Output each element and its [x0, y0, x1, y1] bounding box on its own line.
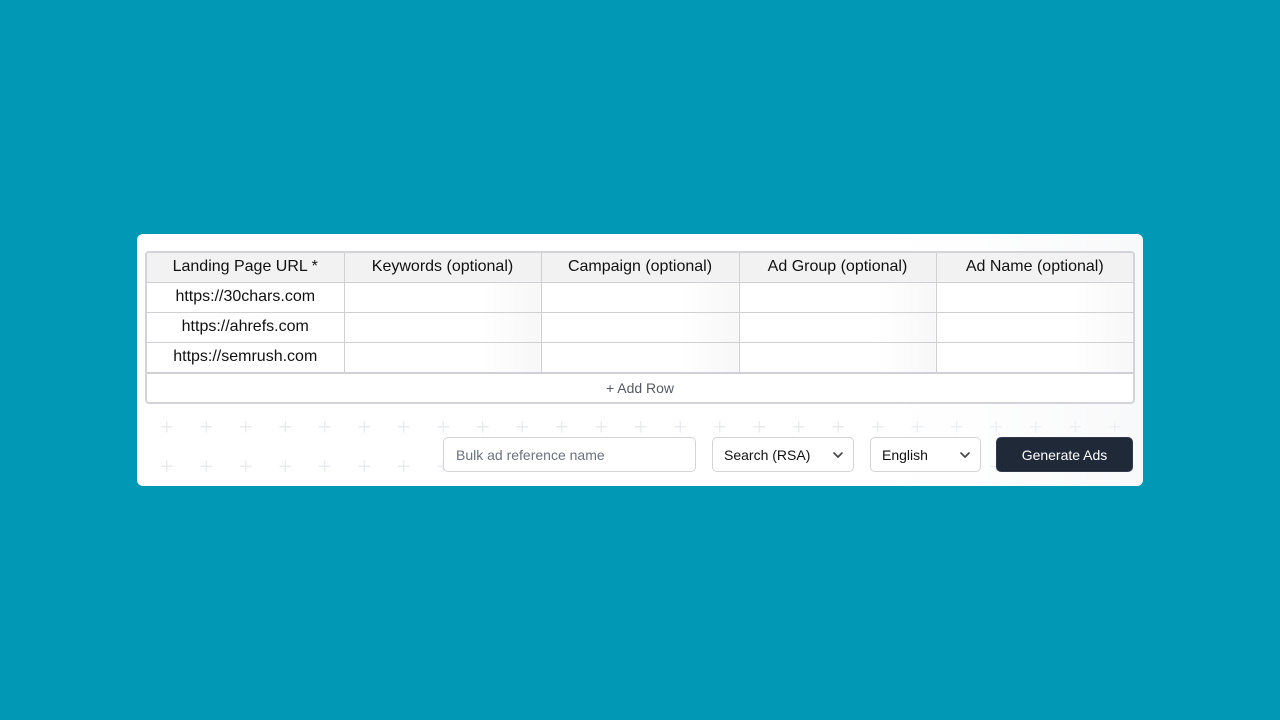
cell-landing-page-url[interactable]: https://30chars.com [147, 282, 345, 313]
language-select[interactable]: English [870, 437, 981, 472]
ad-type-select[interactable]: Search (RSA) [712, 437, 854, 472]
cell-landing-page-url[interactable]: https://semrush.com [147, 342, 345, 373]
column-header-keywords: Keywords (optional) [344, 253, 542, 283]
chevron-down-icon [960, 452, 970, 458]
column-header-ad-group: Ad Group (optional) [739, 253, 937, 283]
ad-type-selected-value: Search (RSA) [724, 446, 811, 463]
table-row: https://ahrefs.com [147, 312, 1133, 343]
cell-ad-group[interactable] [739, 312, 937, 343]
table-row: https://semrush.com [147, 342, 1133, 373]
urls-table: Landing Page URL * Keywords (optional) C… [145, 251, 1135, 404]
add-row-button[interactable]: + Add Row [147, 372, 1133, 402]
generate-controls: Search (RSA) English Generate Ads [137, 437, 1143, 473]
generate-ads-button[interactable]: Generate Ads [996, 437, 1133, 472]
cell-ad-name[interactable] [936, 312, 1133, 343]
bulk-reference-name-input[interactable] [443, 437, 696, 472]
language-selected-value: English [882, 446, 928, 463]
cell-ad-group[interactable] [739, 342, 937, 373]
chevron-down-icon [833, 452, 843, 458]
urls-grid: Landing Page URL * Keywords (optional) C… [147, 253, 1133, 373]
cell-campaign[interactable] [541, 312, 740, 343]
cell-ad-name[interactable] [936, 342, 1133, 373]
ad-generator-card: Landing Page URL * Keywords (optional) C… [137, 234, 1143, 486]
cell-keywords[interactable] [344, 282, 542, 313]
column-header-ad-name: Ad Name (optional) [936, 253, 1133, 283]
cell-keywords[interactable] [344, 342, 542, 373]
cell-ad-name[interactable] [936, 282, 1133, 313]
table-row: https://30chars.com [147, 282, 1133, 313]
cell-campaign[interactable] [541, 282, 740, 313]
cell-ad-group[interactable] [739, 282, 937, 313]
cell-campaign[interactable] [541, 342, 740, 373]
table-header-row: Landing Page URL * Keywords (optional) C… [147, 253, 1133, 283]
cell-keywords[interactable] [344, 312, 542, 343]
column-header-campaign: Campaign (optional) [541, 253, 740, 283]
cell-landing-page-url[interactable]: https://ahrefs.com [147, 312, 345, 343]
column-header-landing-page-url: Landing Page URL * [147, 253, 345, 283]
